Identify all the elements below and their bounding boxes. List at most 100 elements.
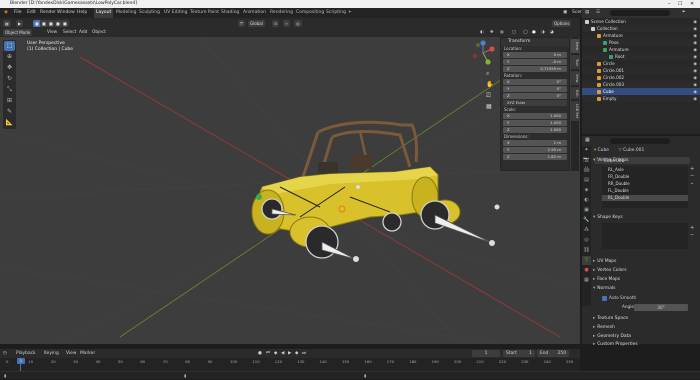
scene-icon[interactable]: ▣ xyxy=(561,8,569,18)
shading-rendered-icon[interactable]: ◕ xyxy=(550,29,554,37)
vertex-groups-header[interactable]: ▾ Vertex Groups xyxy=(593,157,700,164)
vertex-group-item[interactable]: RR_Double xyxy=(602,181,688,187)
current-frame-field[interactable]: 1 xyxy=(472,350,500,357)
mode-dropdown[interactable]: Object Mode xyxy=(3,29,33,36)
shape-keys-header[interactable]: ▾ Shape Keys xyxy=(593,214,700,221)
tab-lod-ref[interactable]: LOD Ref xyxy=(571,101,579,121)
transform-panel-title[interactable]: Transform xyxy=(501,38,569,46)
properties-editor-icon[interactable]: ▦ xyxy=(585,137,590,143)
filter-icon[interactable]: ⏷ xyxy=(682,8,686,18)
uv-maps-header[interactable]: ▸ UV Maps xyxy=(593,258,700,265)
next-keyframe-icon[interactable]: ◆ xyxy=(295,349,298,358)
remove-vertex-group-icon[interactable]: − xyxy=(690,173,694,180)
visibility-eye-icon[interactable]: ◉ xyxy=(693,88,697,95)
vertex-group-item[interactable]: RL_Axle xyxy=(602,167,688,173)
render-properties-icon[interactable]: 📷 xyxy=(582,156,591,165)
tab-uv-editing[interactable]: UV Editing xyxy=(162,8,189,18)
menu-timeline-view[interactable]: View xyxy=(66,349,76,358)
visibility-eye-icon[interactable]: ◉ xyxy=(693,46,697,53)
location-x-field[interactable]: X0 m xyxy=(503,52,567,58)
play-reverse-icon[interactable]: ◀ xyxy=(281,349,284,358)
world-properties-icon[interactable]: ◐ xyxy=(582,196,591,205)
geometry-data-header[interactable]: ▸ Geometry Data xyxy=(593,333,700,340)
remove-shape-key-icon[interactable]: − xyxy=(690,232,694,239)
orientation-icon[interactable]: ⤧ xyxy=(238,20,246,27)
options-dropdown[interactable]: Options xyxy=(552,20,572,27)
outliner-item[interactable]: Empty ◉ xyxy=(582,95,700,102)
mesh-data-properties-icon[interactable]: ▽ xyxy=(582,256,591,265)
menu-view[interactable]: View xyxy=(47,29,57,37)
blender-logo-icon[interactable]: ◉ xyxy=(2,8,10,18)
tab-item[interactable]: Item xyxy=(571,39,579,53)
proportional-edit-icon[interactable]: ◎ xyxy=(294,20,302,27)
play-icon[interactable]: ▶ xyxy=(288,349,291,358)
constraints-properties-icon[interactable]: ⛓ xyxy=(582,246,591,255)
outliner-item[interactable]: Circle.003 ◉ xyxy=(582,81,700,88)
outliner-search-input[interactable] xyxy=(610,10,670,16)
tab-animation[interactable]: Animation xyxy=(241,8,268,18)
vertex-group-item[interactable]: FR_Double xyxy=(602,174,688,180)
auto-smooth-checkbox[interactable]: Auto Smooth xyxy=(602,294,636,301)
visibility-eye-icon[interactable]: ◉ xyxy=(693,32,697,39)
close-icon[interactable]: ✕ xyxy=(690,0,694,8)
vertex-group-item[interactable]: RL_Double xyxy=(602,195,688,201)
tab-scripting[interactable]: Scripting xyxy=(324,8,348,18)
menu-select[interactable]: Select xyxy=(63,29,76,37)
dimensions-z-field[interactable]: Z 1.82 m xyxy=(503,154,567,160)
add-shape-key-icon[interactable]: + xyxy=(690,225,694,232)
rotation-mode-dropdown[interactable]: XYZ Euler xyxy=(503,100,567,106)
rotation-z-field[interactable]: Z 0° xyxy=(503,93,567,99)
menu-add[interactable]: Add xyxy=(79,29,87,37)
measure-icon[interactable]: 📐 xyxy=(4,118,15,128)
view-layer-properties-icon[interactable]: ▤ xyxy=(582,176,591,185)
outliner-item[interactable]: Root ◉ xyxy=(582,53,700,60)
menu-marker[interactable]: Marker xyxy=(80,349,95,358)
location-z-field[interactable]: Z 0.71559 m xyxy=(503,66,567,72)
visibility-eye-icon[interactable]: ◉ xyxy=(693,53,697,60)
texture-space-header[interactable]: ▸ Texture Space xyxy=(593,315,700,322)
texture-properties-icon[interactable]: ▦ xyxy=(582,276,591,285)
tab-compositing[interactable]: Compositing xyxy=(294,8,326,18)
remesh-header[interactable]: ▸ Remesh xyxy=(593,324,700,331)
xray-icon[interactable]: ▢ xyxy=(512,29,516,37)
shading-solid-icon[interactable]: ● xyxy=(532,29,536,37)
visibility-eye-icon[interactable]: ◉ xyxy=(693,74,697,81)
3d-viewport[interactable]: User Perspective (1) Collection | Cube ⌕… xyxy=(0,37,580,344)
particles-properties-icon[interactable]: ⁂ xyxy=(582,226,591,235)
maximize-icon[interactable]: ☐ xyxy=(678,0,682,8)
physics-properties-icon[interactable]: ◎ xyxy=(582,236,591,245)
shading-material-icon[interactable]: ◑ xyxy=(541,29,545,37)
select-box-icon[interactable]: ⬚ xyxy=(4,41,15,51)
tab-modeling[interactable]: Modeling xyxy=(114,8,138,18)
start-frame-field[interactable]: Start 1 xyxy=(503,350,535,357)
tool-properties-icon[interactable]: ✦ xyxy=(582,146,591,155)
properties-search-input[interactable] xyxy=(610,138,670,144)
material-properties-icon[interactable]: ● xyxy=(582,266,591,275)
scene-properties-icon[interactable]: ◈ xyxy=(582,186,591,195)
tool-select-icon[interactable]: ▶ xyxy=(16,20,24,27)
rotate-icon[interactable]: ↻ xyxy=(4,74,15,84)
dimensions-x-field[interactable]: X1 m xyxy=(503,140,567,146)
display-mode-icon[interactable]: ☰ xyxy=(596,8,600,18)
outliner-item[interactable]: Pose ◉ xyxy=(582,39,700,46)
tab-shading[interactable]: Shading xyxy=(219,8,241,18)
gizmo-icon[interactable]: ✥ xyxy=(490,29,494,37)
visibility-eye-icon[interactable]: ◉ xyxy=(693,25,697,32)
visibility-eye-icon[interactable]: ◉ xyxy=(693,67,697,74)
menu-file[interactable]: File xyxy=(12,8,24,18)
add-vertex-group-icon[interactable]: + xyxy=(690,166,694,173)
visibility-icon[interactable]: ◐ xyxy=(480,29,484,37)
outliner-item[interactable]: Circle ◉ xyxy=(582,60,700,67)
object-properties-icon[interactable]: ▣ xyxy=(582,206,591,215)
visibility-eye-icon[interactable]: ◉ xyxy=(693,95,697,102)
visibility-eye-icon[interactable]: ◉ xyxy=(693,39,697,46)
minimize-icon[interactable]: – xyxy=(668,0,671,8)
outliner-editor-icon[interactable]: ▤ xyxy=(585,8,589,18)
orientation-dropdown[interactable]: Global xyxy=(248,20,265,27)
jump-end-icon[interactable]: ⏭ xyxy=(302,349,306,358)
normals-header[interactable]: ▾ Normals xyxy=(593,285,700,292)
vertex-colors-header[interactable]: ▸ Vertex Colors xyxy=(593,267,700,274)
location-y-field[interactable]: Y -0 m xyxy=(503,59,567,65)
pan-hand-icon[interactable]: ✋ xyxy=(486,81,495,90)
tab-rendering[interactable]: Rendering xyxy=(268,8,295,18)
